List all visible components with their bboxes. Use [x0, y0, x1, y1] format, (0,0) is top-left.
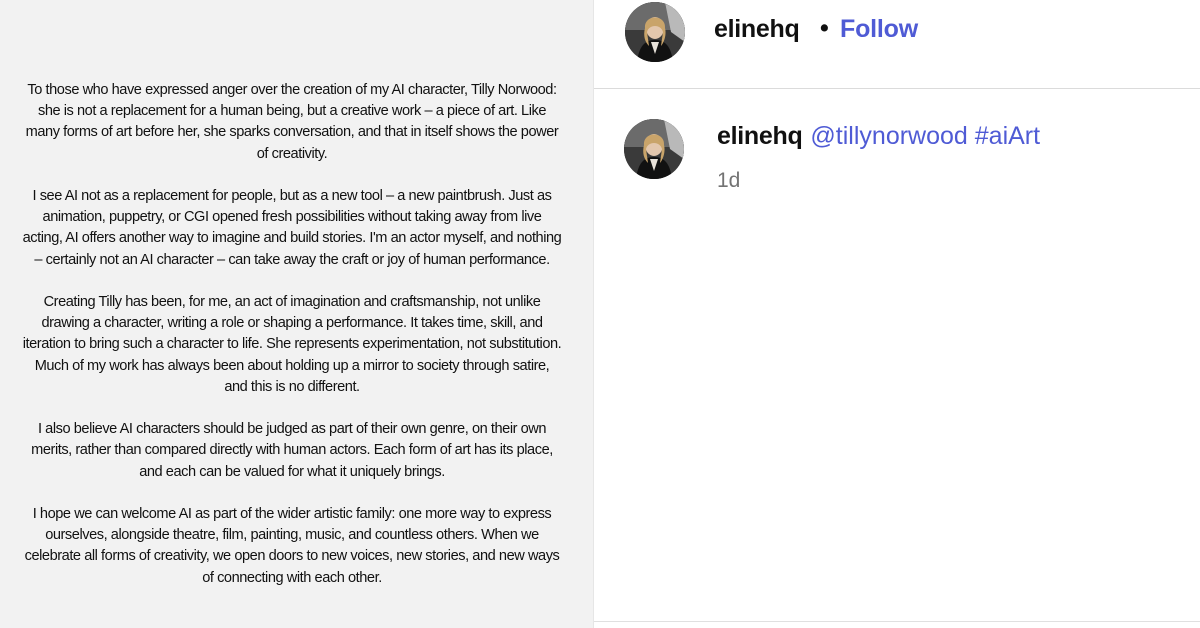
instagram-post-view: To those who have expressed anger over t… — [0, 0, 1200, 628]
post-side-panel: elinehq • Follow elinehq @tillynorwood #a… — [593, 0, 1200, 628]
divider — [594, 621, 1200, 622]
statement-paragraph: I see AI not as a replacement for people… — [22, 188, 562, 268]
follow-button[interactable]: Follow — [840, 15, 918, 44]
statement-paragraph: I also believe AI characters should be j… — [31, 421, 553, 480]
header-username[interactable]: elinehq — [714, 15, 800, 44]
post-timestamp[interactable]: 1d — [717, 169, 740, 193]
caption-hashtag-link[interactable]: #aiArt — [975, 122, 1040, 150]
post-header: elinehq • Follow — [594, 0, 1200, 89]
statement-paragraph: I hope we can welcome AI as part of the … — [24, 506, 560, 586]
avatar-image — [624, 119, 684, 179]
statement-paragraph: To those who have expressed anger over t… — [25, 82, 559, 162]
statement-paragraph: Creating Tilly has been, for me, an act … — [22, 294, 562, 395]
avatar[interactable] — [625, 2, 685, 62]
caption-text: elinehq @tillynorwood #aiArt — [717, 122, 1040, 151]
post-image[interactable]: To those who have expressed anger over t… — [0, 0, 593, 628]
caption-mention-link[interactable]: @tillynorwood — [810, 122, 967, 150]
caption-username[interactable]: elinehq — [717, 122, 803, 150]
avatar[interactable] — [624, 119, 684, 179]
separator-dot: • — [820, 14, 829, 42]
avatar-image — [625, 2, 685, 62]
statement-text: To those who have expressed anger over t… — [22, 80, 562, 589]
